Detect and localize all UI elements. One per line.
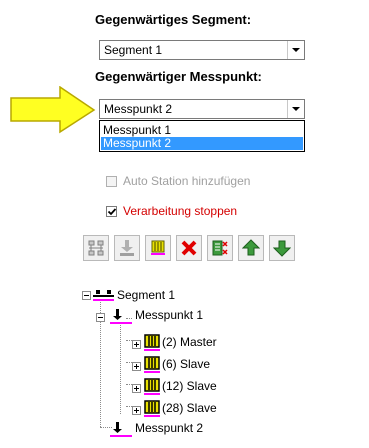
auto-station-label: Auto Station hinzufügen — [123, 174, 251, 188]
download-station-icon — [120, 240, 134, 256]
expand-icon[interactable] — [132, 362, 141, 371]
collapse-icon[interactable] — [82, 291, 91, 300]
messpunkt-heading: Gegenwärtiger Messpunkt: — [95, 69, 262, 84]
download-station-button[interactable] — [114, 235, 140, 261]
tree-item-messpunkt-1[interactable]: Messpunkt 1 — [135, 308, 203, 322]
properties-button[interactable] — [207, 235, 233, 261]
segment-select[interactable]: Segment 1 — [99, 40, 305, 60]
segment-heading: Gegenwärtiges Segment: — [95, 12, 252, 27]
messpunkt-dropdown-list[interactable]: Messpunkt 1 Messpunkt 2 — [99, 120, 305, 152]
device-button[interactable] — [145, 235, 171, 261]
messpunkt-select[interactable]: Messpunkt 2 — [99, 99, 305, 119]
tree-item-device[interactable]: (12) Slave — [162, 379, 217, 393]
expand-icon[interactable] — [132, 406, 141, 415]
expand-icon[interactable] — [132, 340, 141, 349]
arrow-down-icon — [273, 240, 291, 257]
device-icon — [144, 334, 160, 351]
tree-item-device[interactable]: (2) Master — [162, 335, 217, 349]
move-down-button[interactable] — [269, 235, 295, 261]
tree-view[interactable]: Segment 1 Messpunkt 1 (2) Master (6) Sla… — [80, 288, 280, 448]
device-icon — [144, 378, 160, 395]
segment-select-value: Segment 1 — [104, 43, 163, 57]
expand-icon[interactable] — [132, 384, 141, 393]
messpunkt-icon — [110, 422, 132, 437]
messpunkt-select-value: Messpunkt 2 — [104, 102, 173, 116]
device-icon — [144, 356, 160, 373]
stop-processing-checkbox[interactable] — [106, 206, 117, 217]
properties-icon — [212, 240, 228, 256]
tree-item-messpunkt-2[interactable]: Messpunkt 2 — [135, 421, 203, 435]
device-icon — [151, 240, 165, 255]
chevron-down-icon[interactable] — [287, 41, 304, 59]
arrow-up-icon — [242, 239, 260, 256]
messpunkt-icon — [110, 309, 132, 324]
collapse-icon[interactable] — [96, 313, 105, 322]
device-icon — [144, 400, 160, 417]
delete-button[interactable] — [176, 235, 202, 261]
segment-network-icon — [93, 290, 114, 301]
tree-item-segment-1[interactable]: Segment 1 — [117, 288, 175, 302]
pointer-arrow-icon — [10, 86, 96, 134]
delete-icon — [181, 240, 197, 256]
checkmark-icon — [107, 208, 117, 216]
network-button[interactable] — [83, 235, 109, 261]
move-up-button[interactable] — [238, 235, 264, 261]
tree-item-device[interactable]: (6) Slave — [162, 357, 210, 371]
stop-processing-label: Verarbeitung stoppen — [123, 204, 238, 218]
auto-station-checkbox[interactable] — [106, 176, 117, 187]
chevron-down-icon[interactable] — [287, 100, 304, 118]
network-icon — [88, 240, 104, 256]
tree-item-device[interactable]: (28) Slave — [162, 401, 217, 415]
dropdown-option-messpunkt-2[interactable]: Messpunkt 2 — [101, 137, 303, 150]
